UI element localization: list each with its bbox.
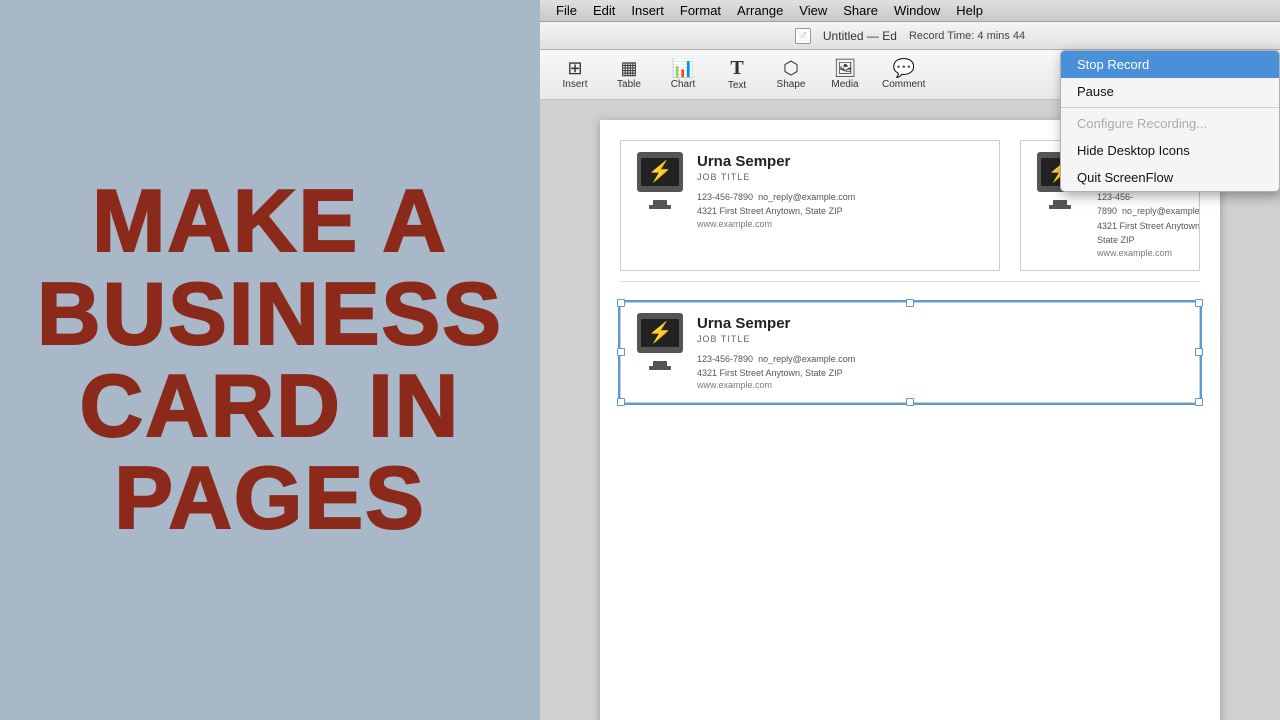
card-3-website: www.example.com xyxy=(697,380,1185,390)
card-1-info: Urna Semper JOB TITLE 123-456-7890 no_re… xyxy=(697,153,985,229)
toolbar-insert-label: Insert xyxy=(562,79,587,90)
toolbar-chart-label: Chart xyxy=(671,79,695,90)
handle-tr[interactable] xyxy=(1195,299,1203,307)
pause-label: Pause xyxy=(1077,84,1114,99)
business-card-3-selected[interactable]: ⚡ Urna Semper JOB TITLE 123-456-7890 no_… xyxy=(620,302,1200,404)
document-title: Untitled — Ed xyxy=(823,29,897,43)
menu-share[interactable]: Share xyxy=(835,3,886,18)
handle-bc[interactable] xyxy=(906,398,914,406)
card-3-job-title: JOB TITLE xyxy=(697,334,1185,344)
card-1-name: Urna Semper xyxy=(697,153,985,170)
toolbar-comment-btn[interactable]: 💬 Comment xyxy=(874,55,933,95)
toolbar: ⊞ Insert ▦ Table 📊 Chart T Text ⬡ Shape … xyxy=(540,50,1280,100)
card-3-name: Urna Semper xyxy=(697,315,1185,332)
menu-bar: File Edit Insert Format Arrange View Sha… xyxy=(540,0,1280,22)
handle-br[interactable] xyxy=(1195,398,1203,406)
tutorial-title: MAKE A BUSINESS CARD IN PAGES xyxy=(17,155,523,565)
stop-record-label: Stop Record xyxy=(1077,57,1149,72)
handle-tl[interactable] xyxy=(617,299,625,307)
toolbar-shape-btn[interactable]: ⬡ Shape xyxy=(766,55,816,95)
menu-help[interactable]: Help xyxy=(948,3,991,18)
chart-icon: 📊 xyxy=(672,59,694,77)
toolbar-text-btn[interactable]: T Text xyxy=(712,55,762,95)
menu-file[interactable]: File xyxy=(548,3,585,18)
card-1-website: www.example.com xyxy=(697,219,985,229)
menu-arrange[interactable]: Arrange xyxy=(729,3,791,18)
toolbar-table-btn[interactable]: ▦ Table xyxy=(604,55,654,95)
dropdown-separator-1 xyxy=(1061,107,1279,108)
menu-edit[interactable]: Edit xyxy=(585,3,623,18)
toolbar-text-label: Text xyxy=(728,80,746,91)
pause-item[interactable]: Pause xyxy=(1061,78,1279,105)
screenflow-dropdown: Stop Record Pause Configure Recording...… xyxy=(1060,50,1280,192)
shape-icon: ⬡ xyxy=(783,59,799,77)
right-panel: File Edit Insert Format Arrange View Sha… xyxy=(540,0,1280,720)
card-3-contact: 123-456-7890 no_reply@example.com 4321 F… xyxy=(697,352,1185,381)
card-3-monitor-icon: ⚡ xyxy=(635,315,685,360)
card-row-2: ⚡ Urna Semper JOB TITLE 123-456-7890 no_… xyxy=(600,282,1220,424)
document-icon: 📄 xyxy=(795,28,811,44)
configure-recording-item[interactable]: Configure Recording... xyxy=(1061,110,1279,137)
handle-mr[interactable] xyxy=(1195,348,1203,356)
business-card-1[interactable]: ⚡ Urna Semper JOB TITLE 123-456-7890 no_… xyxy=(620,140,1000,271)
menu-insert[interactable]: Insert xyxy=(623,3,672,18)
left-panel: MAKE A BUSINESS CARD IN PAGES xyxy=(0,0,540,720)
record-time: Record Time: 4 mins 44 xyxy=(909,30,1025,42)
toolbar-table-label: Table xyxy=(617,79,641,90)
card-1-job-title: JOB TITLE xyxy=(697,172,985,182)
handle-bl[interactable] xyxy=(617,398,625,406)
handle-ml[interactable] xyxy=(617,348,625,356)
title-bar: 📄 Untitled — Ed Record Time: 4 mins 44 xyxy=(540,22,1280,50)
stop-record-item[interactable]: Stop Record xyxy=(1061,51,1279,78)
toolbar-shape-label: Shape xyxy=(777,79,806,90)
handle-tc[interactable] xyxy=(906,299,914,307)
quit-screenflow-label: Quit ScreenFlow xyxy=(1077,170,1173,185)
card-2-website: www.example.com xyxy=(1097,248,1200,258)
quit-screenflow-item[interactable]: Quit ScreenFlow xyxy=(1061,164,1279,191)
comment-icon: 💬 xyxy=(892,59,914,77)
hide-desktop-icons-label: Hide Desktop Icons xyxy=(1077,143,1190,158)
text-icon: T xyxy=(730,58,743,78)
card-2-contact: 123-456-7890 no_reply@example.com 4321 F… xyxy=(1097,190,1200,248)
lightning-icon-1: ⚡ xyxy=(648,162,673,182)
card-1-monitor-icon: ⚡ xyxy=(635,153,685,198)
card-3-info: Urna Semper JOB TITLE 123-456-7890 no_re… xyxy=(697,315,1185,391)
page-canvas: ⚡ Urna Semper JOB TITLE 123-456-7890 no_… xyxy=(600,120,1220,720)
menu-view[interactable]: View xyxy=(791,3,835,18)
menu-window[interactable]: Window xyxy=(886,3,948,18)
menu-format[interactable]: Format xyxy=(672,3,729,18)
lightning-icon-3: ⚡ xyxy=(648,323,673,343)
toolbar-media-label: Media xyxy=(831,79,858,90)
content-area: ⚡ Urna Semper JOB TITLE 123-456-7890 no_… xyxy=(540,100,1280,720)
toolbar-comment-label: Comment xyxy=(882,79,925,90)
toolbar-insert-btn[interactable]: ⊞ Insert xyxy=(550,55,600,95)
card-1-contact: 123-456-7890 no_reply@example.com 4321 F… xyxy=(697,190,985,219)
toolbar-chart-btn[interactable]: 📊 Chart xyxy=(658,55,708,95)
insert-icon: ⊞ xyxy=(567,59,582,77)
hide-desktop-icons-item[interactable]: Hide Desktop Icons xyxy=(1061,137,1279,164)
media-icon: 🖼 xyxy=(834,59,857,77)
toolbar-media-btn[interactable]: 🖼 Media xyxy=(820,55,870,95)
table-icon: ▦ xyxy=(620,59,637,77)
configure-recording-label: Configure Recording... xyxy=(1077,116,1207,131)
